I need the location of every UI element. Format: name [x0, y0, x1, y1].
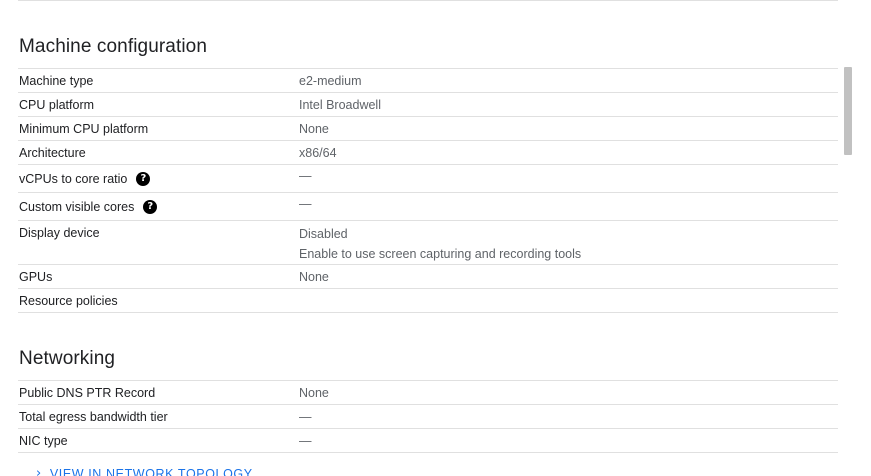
networking-table: Public DNS PTR Record None Total egress …: [18, 380, 838, 453]
row-label-with-help: vCPUs to core ratio ?: [18, 165, 298, 192]
row-value: Disabled: [299, 227, 348, 241]
machine-configuration-table: Machine type e2-medium CPU platform Inte…: [18, 68, 838, 313]
row-value: None: [299, 121, 329, 136]
help-icon[interactable]: ?: [143, 199, 158, 214]
row-label-with-help: Custom visible cores ?: [18, 193, 298, 220]
row-label: Display device: [19, 226, 100, 240]
row-value: —: [299, 409, 312, 424]
row-gpus: GPUs None: [18, 265, 838, 289]
row-label: Minimum CPU platform: [19, 121, 149, 136]
row-display-device: Display device Disabled Enable to use sc…: [18, 221, 838, 265]
scrollbar-thumb[interactable]: [844, 67, 852, 155]
row-machine-type: Machine type e2-medium: [18, 69, 838, 93]
row-value: Intel Broadwell: [299, 97, 381, 112]
networking-title: Networking: [19, 348, 116, 369]
top-divider: [18, 0, 838, 1]
row-label: NIC type: [19, 433, 68, 448]
row-label: GPUs: [19, 269, 53, 284]
row-subtext: Enable to use screen capturing and recor…: [299, 247, 582, 261]
row-label: Resource policies: [19, 293, 118, 308]
row-value: e2-medium: [299, 73, 362, 88]
row-label: Public DNS PTR Record: [19, 385, 156, 400]
row-value: [298, 289, 838, 312]
chevron-right-icon: ›: [36, 466, 42, 476]
row-label: Custom visible cores: [19, 199, 135, 214]
row-value: None: [299, 385, 329, 400]
row-value: None: [299, 269, 329, 284]
row-value-group: Disabled Enable to use screen capturing …: [298, 221, 838, 264]
row-nic-type: NIC type —: [18, 429, 838, 453]
row-label: vCPUs to core ratio: [19, 171, 128, 186]
row-vcpus-to-core-ratio: vCPUs to core ratio ? —: [18, 165, 838, 193]
row-label: Architecture: [19, 145, 86, 160]
row-label: Machine type: [19, 73, 94, 88]
view-in-network-topology-link[interactable]: › VIEW IN NETWORK TOPOLOGY: [36, 466, 253, 476]
row-architecture: Architecture x86/64: [18, 141, 838, 165]
row-value: —: [299, 433, 312, 448]
help-icon[interactable]: ?: [136, 171, 151, 186]
row-value: x86/64: [299, 145, 337, 160]
row-total-egress-bandwidth-tier: Total egress bandwidth tier —: [18, 405, 838, 429]
machine-configuration-title: Machine configuration: [19, 36, 207, 57]
instance-details-page: Machine configuration Machine type e2-me…: [0, 0, 871, 476]
row-label: Total egress bandwidth tier: [19, 409, 168, 424]
row-resource-policies: Resource policies: [18, 289, 838, 313]
row-cpu-platform: CPU platform Intel Broadwell: [18, 93, 838, 117]
row-public-dns-ptr-record: Public DNS PTR Record None: [18, 381, 838, 405]
row-value: —: [299, 169, 312, 183]
topology-link-label: VIEW IN NETWORK TOPOLOGY: [49, 466, 253, 476]
row-minimum-cpu-platform: Minimum CPU platform None: [18, 117, 838, 141]
row-custom-visible-cores: Custom visible cores ? —: [18, 193, 838, 221]
row-label: CPU platform: [19, 97, 95, 112]
row-value: —: [299, 197, 312, 211]
